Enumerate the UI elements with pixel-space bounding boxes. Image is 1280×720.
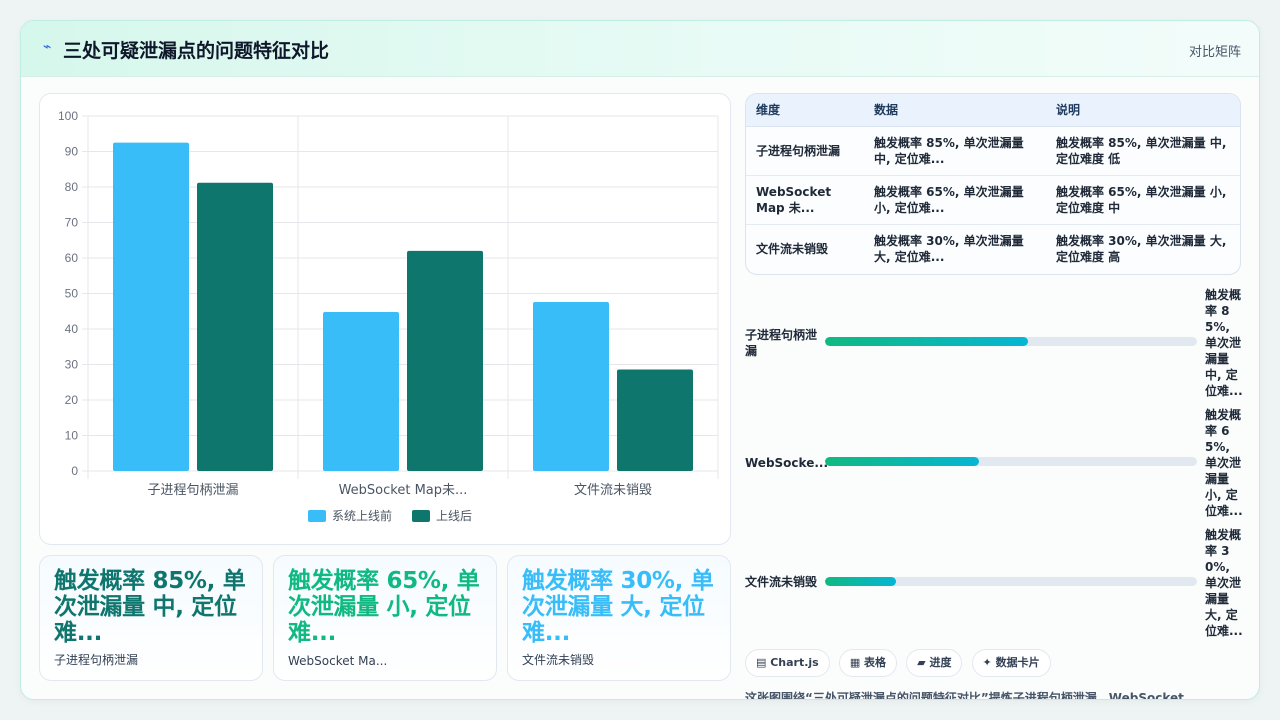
stat-card-value: 触发概率 65%, 单次泄漏量 小, 定位难... <box>288 568 480 646</box>
header-tag: 对比矩阵 <box>1188 45 1241 60</box>
y-tick-label: 70 <box>65 216 79 230</box>
bar <box>617 369 693 471</box>
table-row: 文件流未销毁 触发概率 30%, 单次泄漏量 大, 定位难... 触发概率 30… <box>746 224 1240 273</box>
progress-row-1: 子进程句柄泄漏 触发概率 85%, 单次泄漏量 中, 定位难... <box>745 287 1245 401</box>
chip-chartjs[interactable]: ▤ Chart.js <box>745 649 830 677</box>
table-row: 子进程句柄泄漏 触发概率 85%, 单次泄漏量 中, 定位难... 触发概率 8… <box>746 126 1240 176</box>
chip-progress[interactable]: ▰ 进度 <box>906 649 963 677</box>
y-tick-label: 10 <box>65 429 79 443</box>
progress-label: 文件流未销毁 <box>745 575 818 589</box>
table-cell: 触发概率 65%, 单次泄漏量 小, 定位难度 中 <box>1046 175 1240 225</box>
view-chips: ▤ Chart.js ▦ 表格 ▰ 进度 ✦ 数据卡片 <box>745 649 1055 677</box>
bar <box>197 182 273 471</box>
table-cell: WebSocket Map 未... <box>746 175 864 225</box>
bar-chart-svg: 0 10 20 30 40 50 60 70 80 90 100 子进程句柄泄漏 WebSocket M… <box>58 109 719 523</box>
table-cell: 触发概率 30%, 单次泄漏量 大, 定位难... <box>874 233 1024 264</box>
y-tick-label: 40 <box>65 322 79 336</box>
bar-chart: 0 10 20 30 40 50 60 70 80 90 100 子进程句柄泄漏 WebSocket M… <box>39 93 731 545</box>
bar <box>323 311 399 471</box>
table-cell: 子进程句柄泄漏 <box>746 126 864 176</box>
y-tick-label: 30 <box>65 358 79 372</box>
progress-label: 子进程句柄泄漏 <box>745 328 818 358</box>
progress-row-3: 文件流未销毁 触发概率 30%, 单次泄漏量 大, 定位难... <box>745 527 1245 641</box>
table-cell: 触发概率 85%, 单次泄漏量 中, 定位难度 低 <box>1046 126 1240 176</box>
y-tick-label: 60 <box>65 251 79 265</box>
table-row: WebSocket Map 未... 触发概率 65%, 单次泄漏量 小, 定位… <box>746 175 1240 225</box>
table-header: 说明 <box>1046 94 1240 127</box>
bar <box>113 142 189 471</box>
progress-value: 触发概率 85%, 单次泄漏量 中, 定位难... <box>1205 288 1243 398</box>
table-cell: 触发概率 85%, 单次泄漏量 中, 定位难... <box>864 126 1046 176</box>
bolt-icon: ⌁ <box>43 39 52 55</box>
chip-data-card[interactable]: ✦ 数据卡片 <box>971 649 1051 677</box>
table-cell: 触发概率 65%, 单次泄漏量 小, 定位难... <box>864 175 1046 225</box>
main-card: ⌁ 三处可疑泄漏点的问题特征对比 对比矩阵 0 10 20 30 40 50 60 70 80 9… <box>20 20 1260 700</box>
progress-fill <box>825 457 980 466</box>
progress-fill <box>825 577 896 586</box>
bar <box>407 250 483 471</box>
description-text: 这张图围绕“三处可疑泄漏点的问题特征对比”提炼子进程句柄泄漏、WebSocket <box>745 691 1184 700</box>
progress-label: WebSocke... <box>745 456 829 470</box>
stat-card-value: 触发概率 30%, 单次泄漏量 大, 定位难... <box>522 568 714 646</box>
comparison-table: 维度 数据 说明 子进程句柄泄漏 触发概率 85%, 单次泄漏量 中, 定位难.… <box>745 93 1241 275</box>
y-tick-label: 50 <box>65 287 79 301</box>
progress-fill <box>825 337 1028 346</box>
progress-track <box>825 337 1197 346</box>
table-cell: 触发概率 30%, 单次泄漏量 大, 定位难度 高 <box>1056 233 1227 264</box>
stat-card-3: 触发概率 30%, 单次泄漏量 大, 定位难... 文件流未销毁 <box>507 555 731 681</box>
stat-card-2: 触发概率 65%, 单次泄漏量 小, 定位难... WebSocket Ma..… <box>273 555 497 681</box>
progress-value: 触发概率 65%, 单次泄漏量 小, 定位难... <box>1205 408 1243 518</box>
table-header: 数据 <box>864 94 1046 127</box>
page-title: 三处可疑泄漏点的问题特征对比 <box>63 40 330 62</box>
progress-value: 触发概率 30%, 单次泄漏量 大, 定位难... <box>1205 528 1243 638</box>
progress-track <box>825 457 1197 466</box>
x-tick-label: 文件流未销毁 <box>574 483 652 498</box>
stat-card-value: 触发概率 85%, 单次泄漏量 中, 定位难... <box>54 568 246 646</box>
progress-row-2: WebSocke... 触发概率 65%, 单次泄漏量 小, 定位难... <box>745 407 1245 521</box>
stat-card-label: 子进程句柄泄漏 <box>54 653 139 667</box>
legend-swatch <box>412 510 430 522</box>
stat-card-1: 触发概率 85%, 单次泄漏量 中, 定位难... 子进程句柄泄漏 <box>39 555 263 681</box>
chip-table[interactable]: ▦ 表格 <box>838 649 898 677</box>
legend-label: 系统上线前 <box>332 508 392 523</box>
stat-card-label: WebSocket Ma... <box>288 654 388 668</box>
bar <box>533 302 609 471</box>
table-cell: 文件流未销毁 <box>756 241 829 256</box>
stat-card-label: 文件流未销毁 <box>522 653 595 667</box>
legend-label: 上线后 <box>436 509 472 523</box>
header: ⌁ 三处可疑泄漏点的问题特征对比 对比矩阵 <box>21 21 1259 77</box>
progress-track <box>825 577 1197 586</box>
table-header: 维度 <box>746 94 864 127</box>
legend-swatch <box>308 510 326 522</box>
x-tick-label: WebSocket Map未... <box>339 483 468 498</box>
y-tick-label: 100 <box>58 109 78 123</box>
y-tick-label: 80 <box>65 180 79 194</box>
y-tick-label: 20 <box>65 393 79 407</box>
y-tick-label: 90 <box>65 145 79 159</box>
x-tick-label: 子进程句柄泄漏 <box>147 482 238 498</box>
y-tick-label: 0 <box>71 464 78 478</box>
